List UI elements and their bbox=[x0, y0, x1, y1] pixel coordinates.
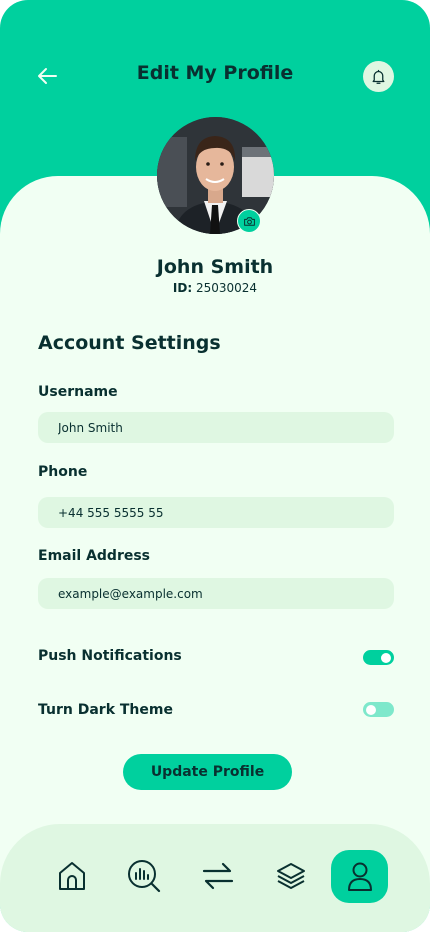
profile-name: John Smith bbox=[156, 256, 274, 278]
update-profile-button[interactable]: Update Profile bbox=[123, 754, 292, 790]
transactions-icon bbox=[202, 862, 234, 890]
profile-icon bbox=[347, 862, 372, 891]
phone-label: Phone bbox=[38, 464, 88, 480]
bottom-nav bbox=[0, 824, 430, 932]
nav-categories[interactable] bbox=[263, 848, 319, 904]
push-notifications-toggle[interactable] bbox=[363, 650, 394, 665]
profile-id-value: 25030024 bbox=[195, 281, 258, 295]
push-notifications-label: Push Notifications bbox=[38, 648, 182, 664]
nav-analysis[interactable] bbox=[116, 848, 172, 904]
phone-field[interactable] bbox=[38, 497, 394, 528]
camera-icon[interactable] bbox=[237, 209, 261, 233]
nav-transactions[interactable] bbox=[190, 848, 246, 904]
profile-id: ID: 25030024 bbox=[0, 281, 430, 295]
analysis-icon bbox=[128, 860, 161, 893]
categories-icon bbox=[277, 863, 305, 889]
email-field[interactable] bbox=[38, 578, 394, 609]
dark-theme-toggle[interactable] bbox=[363, 702, 394, 717]
toggle-knob bbox=[366, 704, 376, 715]
dark-theme-label: Turn Dark Theme bbox=[38, 702, 173, 718]
username-label: Username bbox=[38, 384, 118, 400]
username-field[interactable] bbox=[38, 412, 394, 443]
profile-id-label: ID: bbox=[172, 281, 193, 295]
nav-profile[interactable] bbox=[331, 850, 388, 903]
nav-home[interactable] bbox=[44, 848, 100, 904]
notification-bell-icon[interactable] bbox=[363, 61, 394, 92]
toggle-knob bbox=[381, 652, 391, 663]
phone-screen: Edit My Profile John Smith ID: 25030024 … bbox=[0, 0, 430, 932]
email-label: Email Address bbox=[38, 548, 151, 564]
home-icon bbox=[59, 862, 85, 890]
section-title: Account Settings bbox=[38, 332, 221, 354]
